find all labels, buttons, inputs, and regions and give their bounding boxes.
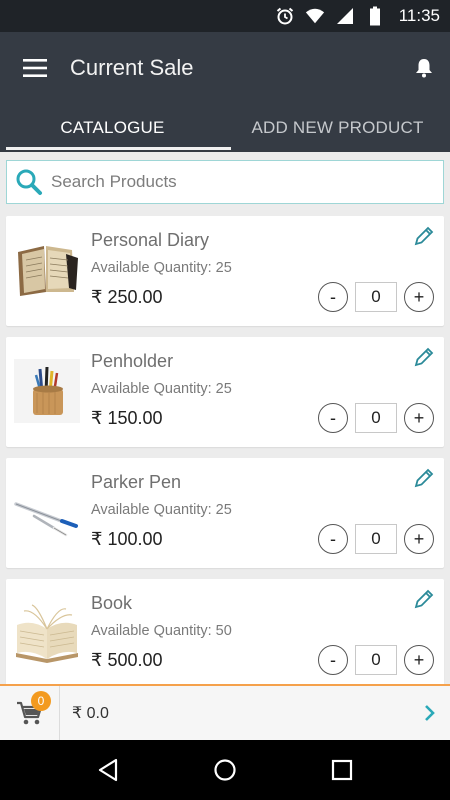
edit-pencil-icon[interactable] <box>412 466 436 490</box>
cart-summary-bar: 0 ₹ 0.0 <box>0 684 450 740</box>
product-card: Penholder Available Quantity: 25 ₹ 150.0… <box>6 337 444 447</box>
tab-add-new-product[interactable]: ADD NEW PRODUCT <box>225 104 450 152</box>
increment-button[interactable]: + <box>404 645 434 675</box>
product-price: ₹ 250.00 <box>91 287 163 307</box>
product-image-diary <box>14 238 80 302</box>
product-card: Personal Diary Available Quantity: 25 ₹ … <box>6 216 444 326</box>
quantity-stepper: - 0 + <box>318 282 434 312</box>
quantity-stepper: - 0 + <box>318 403 434 433</box>
quantity-field[interactable]: 0 <box>355 403 397 433</box>
increment-button[interactable]: + <box>404 282 434 312</box>
increment-button[interactable]: + <box>404 403 434 433</box>
back-icon[interactable] <box>83 745 133 795</box>
wifi-icon <box>305 6 325 26</box>
product-name: Personal Diary <box>91 230 210 250</box>
quantity-stepper: - 0 + <box>318 645 434 675</box>
cart-total: ₹ 0.0 <box>72 705 109 722</box>
product-price: ₹ 500.00 <box>91 650 163 670</box>
tab-bar: CATALOGUE ADD NEW PRODUCT <box>0 104 450 152</box>
home-icon[interactable] <box>200 745 250 795</box>
edit-pencil-icon[interactable] <box>412 224 436 248</box>
bell-icon[interactable] <box>398 32 450 104</box>
app-bar: Current Sale <box>0 32 450 104</box>
edit-pencil-icon[interactable] <box>412 345 436 369</box>
product-card: Parker Pen Available Quantity: 25 ₹ 100.… <box>6 458 444 568</box>
cart-count-badge: 0 <box>31 691 51 711</box>
product-name: Parker Pen <box>91 472 182 492</box>
product-image-penholder <box>14 359 80 423</box>
increment-button[interactable]: + <box>404 524 434 554</box>
product-price: ₹ 150.00 <box>91 408 163 428</box>
quantity-field[interactable]: 0 <box>355 524 397 554</box>
edit-pencil-icon[interactable] <box>412 587 436 611</box>
status-bar: 11:35 <box>0 0 450 32</box>
product-name: Penholder <box>91 351 174 371</box>
decrement-button[interactable]: - <box>318 403 348 433</box>
system-nav-bar <box>0 740 450 800</box>
quantity-field[interactable]: 0 <box>355 282 397 312</box>
product-availability: Available Quantity: 25 <box>91 260 232 276</box>
product-card: Book Available Quantity: 50 ₹ 500.00 - 0… <box>6 579 444 689</box>
battery-icon <box>365 6 385 26</box>
alarm-icon <box>275 6 295 26</box>
product-price: ₹ 100.00 <box>91 529 163 549</box>
product-image-book <box>14 601 80 665</box>
chevron-right-icon[interactable] <box>410 686 450 740</box>
recents-icon[interactable] <box>317 745 367 795</box>
tab-catalogue[interactable]: CATALOGUE <box>0 104 231 152</box>
search-input[interactable] <box>51 162 443 202</box>
decrement-button[interactable]: - <box>318 282 348 312</box>
quantity-stepper: - 0 + <box>318 524 434 554</box>
status-time: 11:35 <box>398 6 440 25</box>
product-availability: Available Quantity: 25 <box>91 381 232 397</box>
search-icon <box>7 160 51 204</box>
page-title: Current Sale <box>70 55 194 80</box>
search-bar <box>6 160 444 204</box>
cart-icon[interactable]: 0 <box>0 686 60 740</box>
product-image-pen <box>14 480 80 544</box>
decrement-button[interactable]: - <box>318 645 348 675</box>
product-list: Personal Diary Available Quantity: 25 ₹ … <box>6 216 444 700</box>
product-availability: Available Quantity: 50 <box>91 623 232 639</box>
product-availability: Available Quantity: 25 <box>91 502 232 518</box>
signal-icon <box>335 6 355 26</box>
decrement-button[interactable]: - <box>318 524 348 554</box>
quantity-field[interactable]: 0 <box>355 645 397 675</box>
product-name: Book <box>91 593 133 613</box>
hamburger-menu-icon[interactable] <box>0 32 70 104</box>
